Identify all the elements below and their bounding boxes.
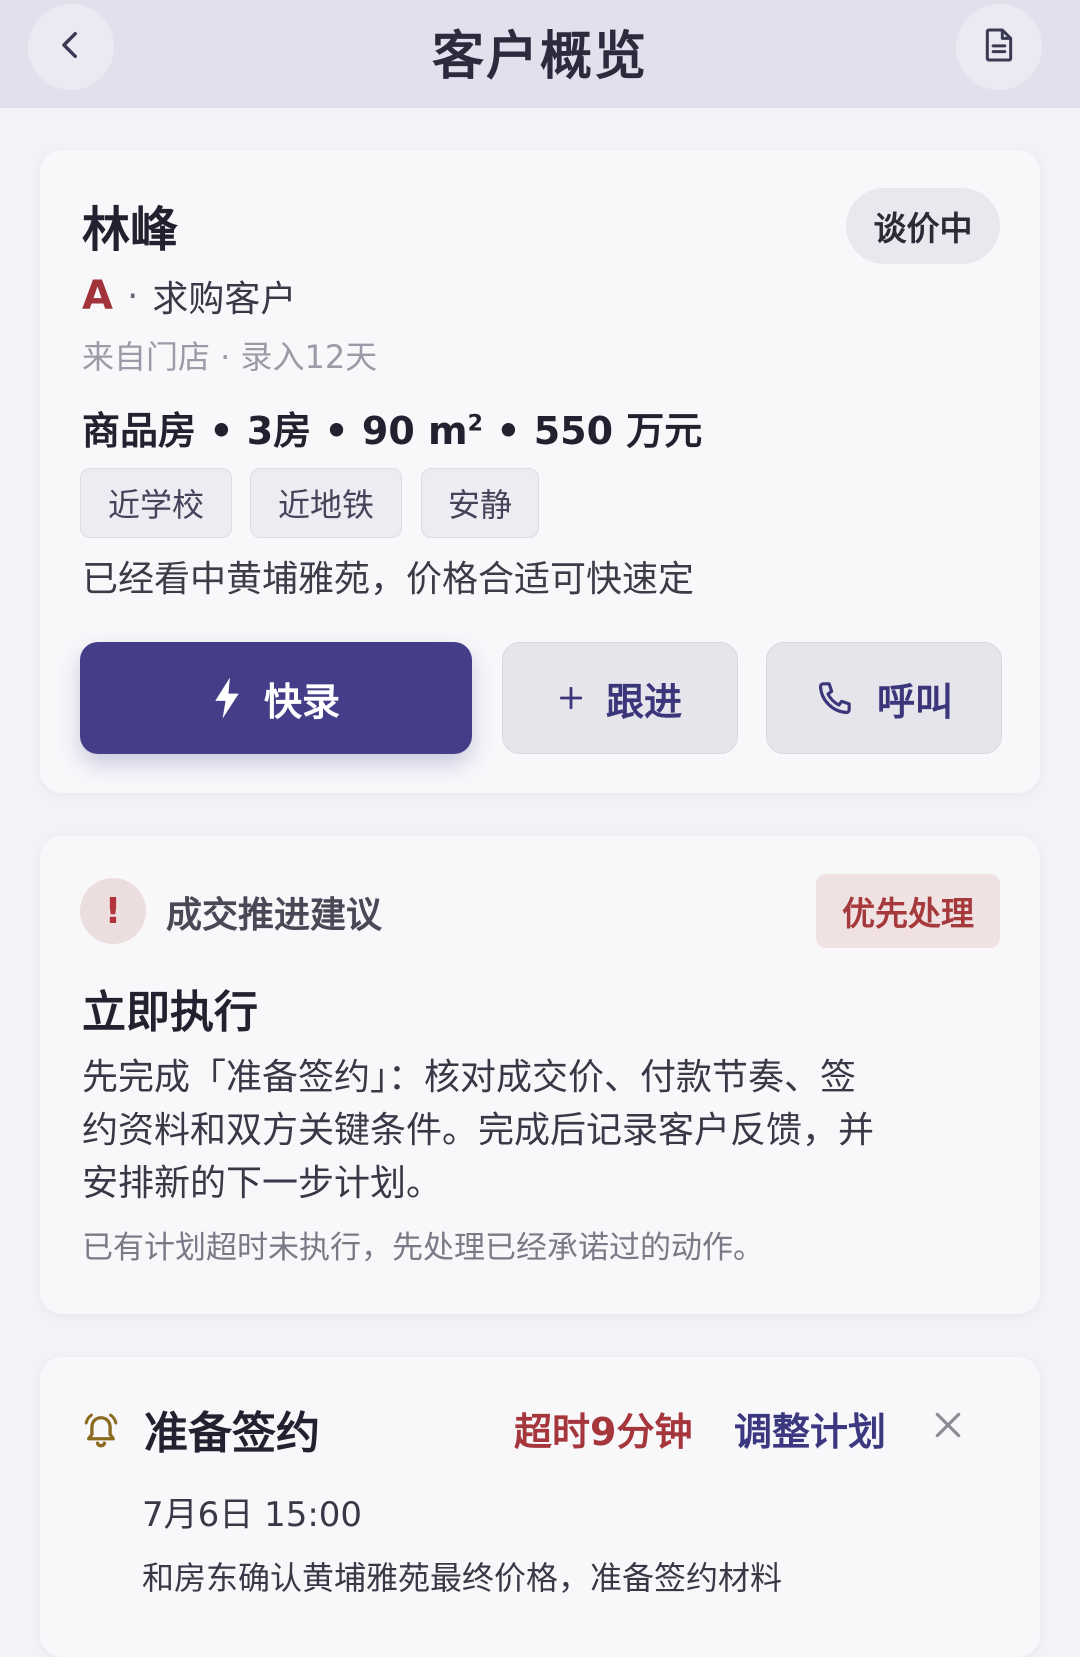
overdue-label: 超时9分钟 bbox=[514, 1410, 693, 1454]
task-description: 和房东确认黄埔雅苑最终价格，准备签约材料 bbox=[142, 1559, 783, 1597]
plus-icon bbox=[558, 685, 584, 711]
customer-meta: 来自门店 · 录入12天 bbox=[82, 338, 378, 376]
property-spec: 商品房 • 3房 • 90 m2 • 550 万元 bbox=[82, 400, 702, 455]
phone-icon bbox=[815, 678, 855, 718]
customer-note: 已经看中黄埔雅苑，价格合适可快速定 bbox=[82, 559, 695, 600]
tag-near-school: 近学校 bbox=[80, 468, 232, 538]
lightning-icon bbox=[212, 676, 242, 720]
action-title: 立即执行 bbox=[82, 987, 258, 1038]
tag-near-subway: 近地铁 bbox=[250, 468, 402, 538]
call-button[interactable]: 呼叫 bbox=[766, 642, 1002, 754]
page-title: 客户概览 bbox=[431, 27, 648, 87]
task-title: 准备签约 bbox=[144, 1408, 320, 1459]
action-body: 先完成「准备签约」：核对成交价、付款节奏、签 约资料和双方关键条件。完成后记录客… bbox=[82, 1051, 1002, 1210]
alert-icon: ! bbox=[80, 878, 146, 944]
action-body-line: 先完成「准备签约」：核对成交价、付款节奏、签 bbox=[82, 1057, 857, 1098]
follow-up-label: 跟进 bbox=[605, 679, 682, 724]
customer-grade-line: A · 求购客户 bbox=[82, 270, 296, 322]
action-body-line: 安排新的下一步计划。 bbox=[82, 1163, 443, 1204]
grade-separator: · bbox=[126, 275, 139, 317]
customer-card: 林峰 谈价中 A · 求购客户 来自门店 · 录入12天 商品房 • 3房 • … bbox=[40, 150, 1040, 793]
close-icon bbox=[932, 1409, 964, 1445]
top-bar: 客户概览 bbox=[0, 0, 1080, 108]
quick-record-button[interactable]: 快录 bbox=[80, 642, 472, 754]
spec-unit-sup: 2 bbox=[467, 411, 483, 437]
action-body-line: 约资料和双方关键条件。完成后记录客户反馈，并 bbox=[82, 1110, 875, 1151]
spec-main: 商品房 • 3房 • 90 m bbox=[82, 409, 468, 453]
close-button[interactable] bbox=[928, 1397, 968, 1457]
document-button[interactable] bbox=[956, 4, 1042, 90]
action-hint: 已有计划超时未执行，先处理已经承诺过的动作。 bbox=[82, 1230, 764, 1266]
adjust-plan-link[interactable]: 调整计划 bbox=[734, 1401, 886, 1456]
deal-advice-card: ! 成交推进建议 优先处理 立即执行 先完成「准备签约」：核对成交价、付款节奏、… bbox=[40, 836, 1040, 1314]
customer-grade: A bbox=[82, 273, 113, 319]
task-time: 7月6日 15:00 bbox=[142, 1495, 363, 1535]
call-label: 呼叫 bbox=[876, 679, 953, 724]
advice-section-title: 成交推进建议 bbox=[166, 895, 383, 936]
spec-tail: • 550 万元 bbox=[482, 409, 703, 453]
quick-record-label: 快录 bbox=[263, 679, 340, 724]
document-icon bbox=[979, 25, 1019, 69]
customer-name: 林峰 bbox=[82, 202, 179, 258]
status-badge: 谈价中 bbox=[846, 188, 1000, 264]
bell-icon bbox=[80, 1409, 122, 1455]
task-card: 准备签约 超时9分钟 调整计划 7月6日 15:00 和房东确认黄埔雅苑最终价格… bbox=[40, 1357, 1040, 1657]
priority-badge: 优先处理 bbox=[816, 874, 1000, 948]
customer-type: 求购客户 bbox=[152, 279, 297, 320]
tag-quiet: 安静 bbox=[421, 468, 539, 538]
follow-up-button[interactable]: 跟进 bbox=[502, 642, 738, 754]
